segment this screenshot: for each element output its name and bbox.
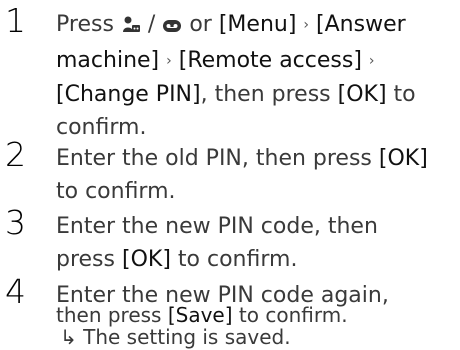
answer-machine-icon — [121, 11, 141, 44]
step-text: Press / or [Menu] › [Answer machine] › [… — [56, 11, 416, 140]
step-4-continued: then press [Save] to confirm. — [56, 303, 348, 327]
result-line: ↳ The setting is saved. — [60, 325, 291, 349]
step-number: 4 — [5, 272, 26, 311]
result-arrow-icon: ↳ — [60, 325, 77, 349]
instruction-list: 1 Press / or [Menu] › [Answer machine] ›… — [0, 0, 460, 350]
step-number: 1 — [5, 1, 26, 40]
step-text: Enter the new PIN code, then press [OK] … — [56, 214, 378, 272]
step-text: Enter the old PIN, then press [OK] to co… — [56, 146, 428, 204]
voicemail-icon — [162, 11, 182, 44]
step-number: 2 — [5, 135, 26, 174]
step-number: 3 — [5, 203, 26, 242]
